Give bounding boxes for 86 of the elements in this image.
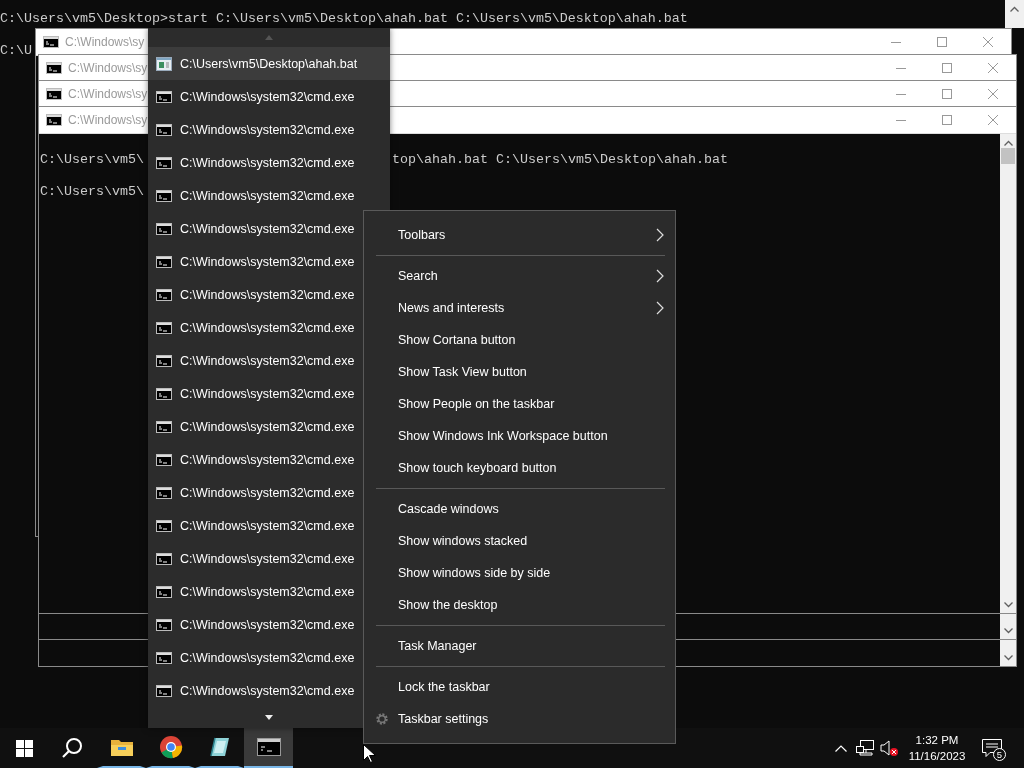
scroll-up-icon[interactable] (1010, 6, 1019, 12)
folder-icon (109, 737, 134, 757)
console-icon (156, 552, 172, 565)
taskbar-button[interactable] (244, 728, 293, 768)
console-icon (43, 36, 59, 48)
console-text: C:\Users\vm5\ (40, 152, 144, 168)
chevron-up-icon (835, 744, 847, 752)
page-icon (208, 736, 231, 758)
menu-item[interactable]: Show Windows Ink Workspace button (364, 420, 675, 452)
chevron-right-icon (656, 269, 664, 283)
console-icon (46, 88, 62, 100)
menu-item[interactable]: Show touch keyboard button (364, 452, 675, 484)
console-icon (46, 114, 62, 126)
scroll-down-icon[interactable] (1003, 602, 1013, 608)
console-text: C:\Users\vm5\Desktop>start C:\Users\vm5\Desktop\ahah.bat C:\Users\vm5\Desktop\ahah.bat (0, 11, 688, 26)
message-icon (982, 739, 1002, 757)
jump-list-item[interactable]: C:\Windows\system32\cmd.exe (148, 113, 390, 146)
gear-icon (375, 712, 389, 726)
console-icon (256, 738, 281, 756)
console-icon (156, 420, 172, 433)
jump-list-item[interactable]: C:\Users\vm5\Desktop\ahah.bat (148, 47, 390, 80)
window-title: C:\Windows\sy (68, 61, 148, 75)
close-icon (988, 115, 998, 125)
jump-list-item[interactable]: C:\Windows\system32\cmd.exe (148, 80, 390, 113)
notifications-button[interactable]: 5 (973, 728, 1011, 768)
close-icon (988, 89, 998, 99)
scroll-down-icon[interactable] (265, 715, 273, 720)
scroll-down-icon[interactable] (1003, 628, 1013, 634)
maximize-icon (937, 37, 947, 47)
console-icon (156, 189, 172, 202)
four-panes-icon (15, 739, 33, 757)
console-text: top\ahah.bat C:\Users\vm5\Desktop\ahah.bat (392, 152, 728, 168)
jump-list-item[interactable]: C:\Windows\system32\cmd.exe (148, 146, 390, 179)
window-title: C:\Windows\sy (68, 113, 148, 127)
menu-item[interactable]: Show windows stacked (364, 525, 675, 557)
maximize-icon (942, 89, 952, 99)
menu-item[interactable]: Cascade windows (364, 493, 675, 525)
console-icon (156, 156, 172, 169)
menu-item[interactable]: Show Task View button (364, 356, 675, 388)
menu-item[interactable]: Task Manager (364, 630, 675, 662)
menu-item[interactable]: Show windows side by side (364, 557, 675, 589)
network-icon (856, 740, 874, 756)
maximize-icon (942, 63, 952, 73)
chevron-right-icon (656, 301, 664, 315)
menu-item[interactable]: Search (364, 260, 675, 292)
close-icon (988, 63, 998, 73)
console-icon (156, 618, 172, 631)
console-icon (156, 255, 172, 268)
console-icon (156, 453, 172, 466)
scroll-down-icon[interactable] (1003, 655, 1013, 661)
window-title: C:\Windows\sy (65, 35, 145, 49)
console-icon (156, 387, 172, 400)
console-icon (156, 321, 172, 334)
console-icon (156, 354, 172, 367)
window-title: C:\Windows\sy (68, 87, 148, 101)
close-icon (983, 37, 993, 47)
console-icon (156, 684, 172, 697)
console-icon (156, 288, 172, 301)
menu-item[interactable]: Show People on the taskbar (364, 388, 675, 420)
scrollbar[interactable] (1005, 0, 1024, 28)
menu-item[interactable]: Show the desktop (364, 589, 675, 621)
console-icon (156, 585, 172, 598)
maximize-icon (942, 115, 952, 125)
jump-list-item[interactable]: C:\Windows\system32\cmd.exe (148, 179, 390, 212)
circle-logo-icon (158, 735, 183, 759)
mouse-cursor-icon (363, 744, 376, 764)
menu-item[interactable]: Toolbars (364, 219, 675, 251)
notification-badge: 5 (993, 748, 1006, 761)
window-icon (156, 56, 172, 71)
chevron-right-icon (656, 228, 664, 242)
scroll-up-icon[interactable] (1003, 140, 1013, 146)
search-icon (61, 737, 83, 759)
console-icon (156, 486, 172, 499)
console-icon (156, 90, 172, 103)
menu-item[interactable]: Show Cortana button (364, 324, 675, 356)
console-icon (156, 222, 172, 235)
console-icon (46, 62, 62, 74)
console-icon (156, 519, 172, 532)
console-text: C:\U (0, 43, 32, 58)
menu-item[interactable]: News and interests (364, 292, 675, 324)
console-icon (156, 651, 172, 664)
console-icon (156, 123, 172, 136)
scrollbar[interactable] (1000, 134, 1016, 613)
scroll-thumb[interactable] (1001, 148, 1015, 164)
console-text: C:\Users\vm5\ (40, 184, 144, 200)
clock[interactable]: 1:32 PM 11/16/2023 (901, 728, 973, 768)
